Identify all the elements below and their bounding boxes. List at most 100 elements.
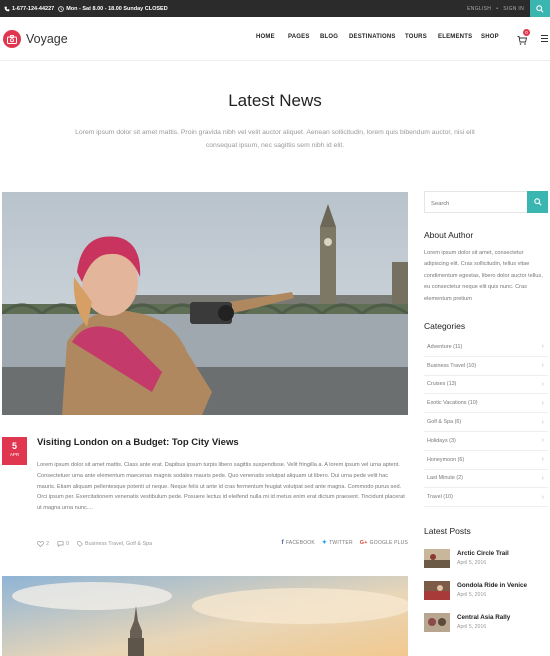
latest-post-date: April 5, 2016 [457,560,487,566]
post-month: APR [9,452,20,457]
category-item[interactable]: Honeymoon (6) › [424,451,548,470]
latest-post-title: Gondola Ride in Venice [457,582,527,589]
chevron-right-icon: › [541,456,544,464]
chevron-right-icon: › [541,380,544,388]
about-author-text: Lorem ipsum dolor sit amet, consectetur … [424,250,543,302]
category-item[interactable]: Last Minute (2) › [424,470,548,489]
share-facebook-label: FACEBOOK [285,539,315,546]
phone-number: 1-677-124-44227 [12,5,55,12]
facebook-icon: f [281,539,284,546]
site-header: Voyage HOME PAGES BLOG DESTINATIONS TOUR… [0,17,550,61]
page-title: Latest News [228,91,322,110]
page-intro: Lorem ipsum dolor sit amet mattis. Proin… [75,129,475,149]
category-label: Golf & Spa (6) [427,419,462,426]
latest-post-thumbnail [424,613,450,632]
latest-post-title: Arctic Circle Trail [457,550,509,557]
category-label: Holidays (3) [427,437,456,444]
post-day: 5 [11,441,17,451]
nav-home[interactable]: HOME [256,34,288,40]
chevron-right-icon: › [541,343,544,351]
phone-icon [4,6,10,11]
category-item[interactable]: Exotic Vacations (10) › [424,394,548,414]
post-categories[interactable]: Business Travel, Golf & Spa [77,541,152,547]
suitcase-icon [3,30,21,48]
share-google-plus-label: GOOGLE PLUS [369,539,408,546]
chevron-right-icon: › [541,362,544,370]
tag-icon [77,541,83,547]
nav-destinations[interactable]: DESTINATIONS [349,34,405,40]
sidebar-search-input[interactable] [425,194,525,214]
menu-icon[interactable] [541,35,548,44]
latest-post-thumbnail [424,581,450,600]
comment-icon [57,541,64,547]
category-item[interactable]: Adventure (11) › [424,338,548,357]
category-label: Last Minute (2) [427,475,463,482]
clock-icon [58,5,64,12]
category-item[interactable]: Golf & Spa (6) › [424,413,548,432]
chevron-right-icon: › [541,474,544,482]
heart-icon [37,541,44,547]
category-item[interactable]: Cruises (13) › [424,376,548,395]
latest-post-date: April 5, 2016 [457,624,487,630]
sign-in-link[interactable]: SIGN IN [503,6,524,12]
twitter-icon: ✦ [321,540,328,546]
category-label: Honeymoon (6) [427,456,465,463]
likes-button[interactable]: 2 [37,541,49,547]
search-icon [533,198,542,206]
comments-link[interactable]: 0 [57,541,69,547]
nav-blog[interactable]: BLOG [320,34,349,40]
post-title[interactable]: Visiting London on a Budget: Top City Vi… [37,437,239,448]
main-nav: HOME PAGES BLOG DESTINATIONS TOURS ELEME… [256,34,499,40]
nav-elements[interactable]: ELEMENTS [438,34,481,40]
logo[interactable]: Voyage [3,30,68,48]
nav-tours[interactable]: TOURS [405,34,438,40]
categories-list: Adventure (11) › Business Travel (10) › Cr… [424,338,548,508]
category-label: Cruises (13) [427,381,457,388]
latest-posts-list: Arctic Circle Trail April 5, 2016 Gondola… [424,549,548,645]
likes-count: 2 [46,541,49,547]
latest-post-item[interactable]: Central Asia Rally April 5, 2016 [424,613,548,645]
top-bar: 1-677-124-44227 Mon - Sat 8.00 - 18.00 S… [0,0,550,17]
latest-post-date: April 5, 2016 [457,592,487,598]
share-links: f FACEBOOK ✦ TWITTER G+ GOOGLE PLUS [282,539,408,547]
cart-button[interactable]: 0 [517,29,530,50]
post-featured-image[interactable] [2,192,408,415]
categories-heading: Categories [424,321,466,331]
post-categories-text: Business Travel, Golf & Spa [85,541,153,547]
latest-posts-heading: Latest Posts [424,526,471,536]
category-label: Business Travel (10) [427,362,477,369]
phone-info: 1-677-124-44227 [4,6,54,12]
category-label: Travel (10) [427,494,453,501]
chevron-right-icon: › [541,493,544,501]
google-plus-icon: G+ [359,539,368,546]
separator-dot: • [496,5,499,12]
top-search-button[interactable] [530,0,550,17]
cart-count-badge: 0 [523,29,530,36]
post-excerpt: Lorem ipsum dolor sit amet mattis. Class… [37,462,405,512]
share-twitter[interactable]: ✦ TWITTER [321,539,353,547]
latest-post-item[interactable]: Arctic Circle Trail April 5, 2016 [424,549,548,581]
share-google-plus[interactable]: G+ GOOGLE PLUS [360,540,408,546]
nav-pages[interactable]: PAGES [288,34,320,40]
language-selector[interactable]: ENGLISH [467,6,491,12]
share-twitter-label: TWITTER [329,539,353,546]
post-featured-image-2[interactable] [2,576,408,656]
share-facebook[interactable]: f FACEBOOK [282,540,315,546]
post-date-badge: 5 APR [2,437,27,465]
latest-post-title: Central Asia Rally [457,614,511,621]
hours-info: Mon - Sat 8.00 - 18.00 Sunday CLOSED [58,5,168,12]
search-icon [536,4,544,13]
cart-icon [517,36,528,45]
opening-hours: Mon - Sat 8.00 - 18.00 Sunday CLOSED [66,5,168,12]
post-meta: 2 0 Business Travel, Golf & Spa f FACEBOO… [37,539,408,549]
category-item[interactable]: Business Travel (10) › [424,357,548,376]
category-label: Exotic Vacations (10) [427,400,478,407]
sidebar-search-button[interactable] [527,191,548,213]
category-item[interactable]: Travel (10) › [424,488,548,508]
latest-post-item[interactable]: Gondola Ride in Venice April 5, 2016 [424,581,548,613]
chevron-right-icon: › [541,437,544,445]
nav-shop[interactable]: SHOP [481,34,499,40]
logo-text: Voyage [26,32,68,46]
comments-count: 0 [66,541,69,547]
category-item[interactable]: Holidays (3) › [424,432,548,451]
